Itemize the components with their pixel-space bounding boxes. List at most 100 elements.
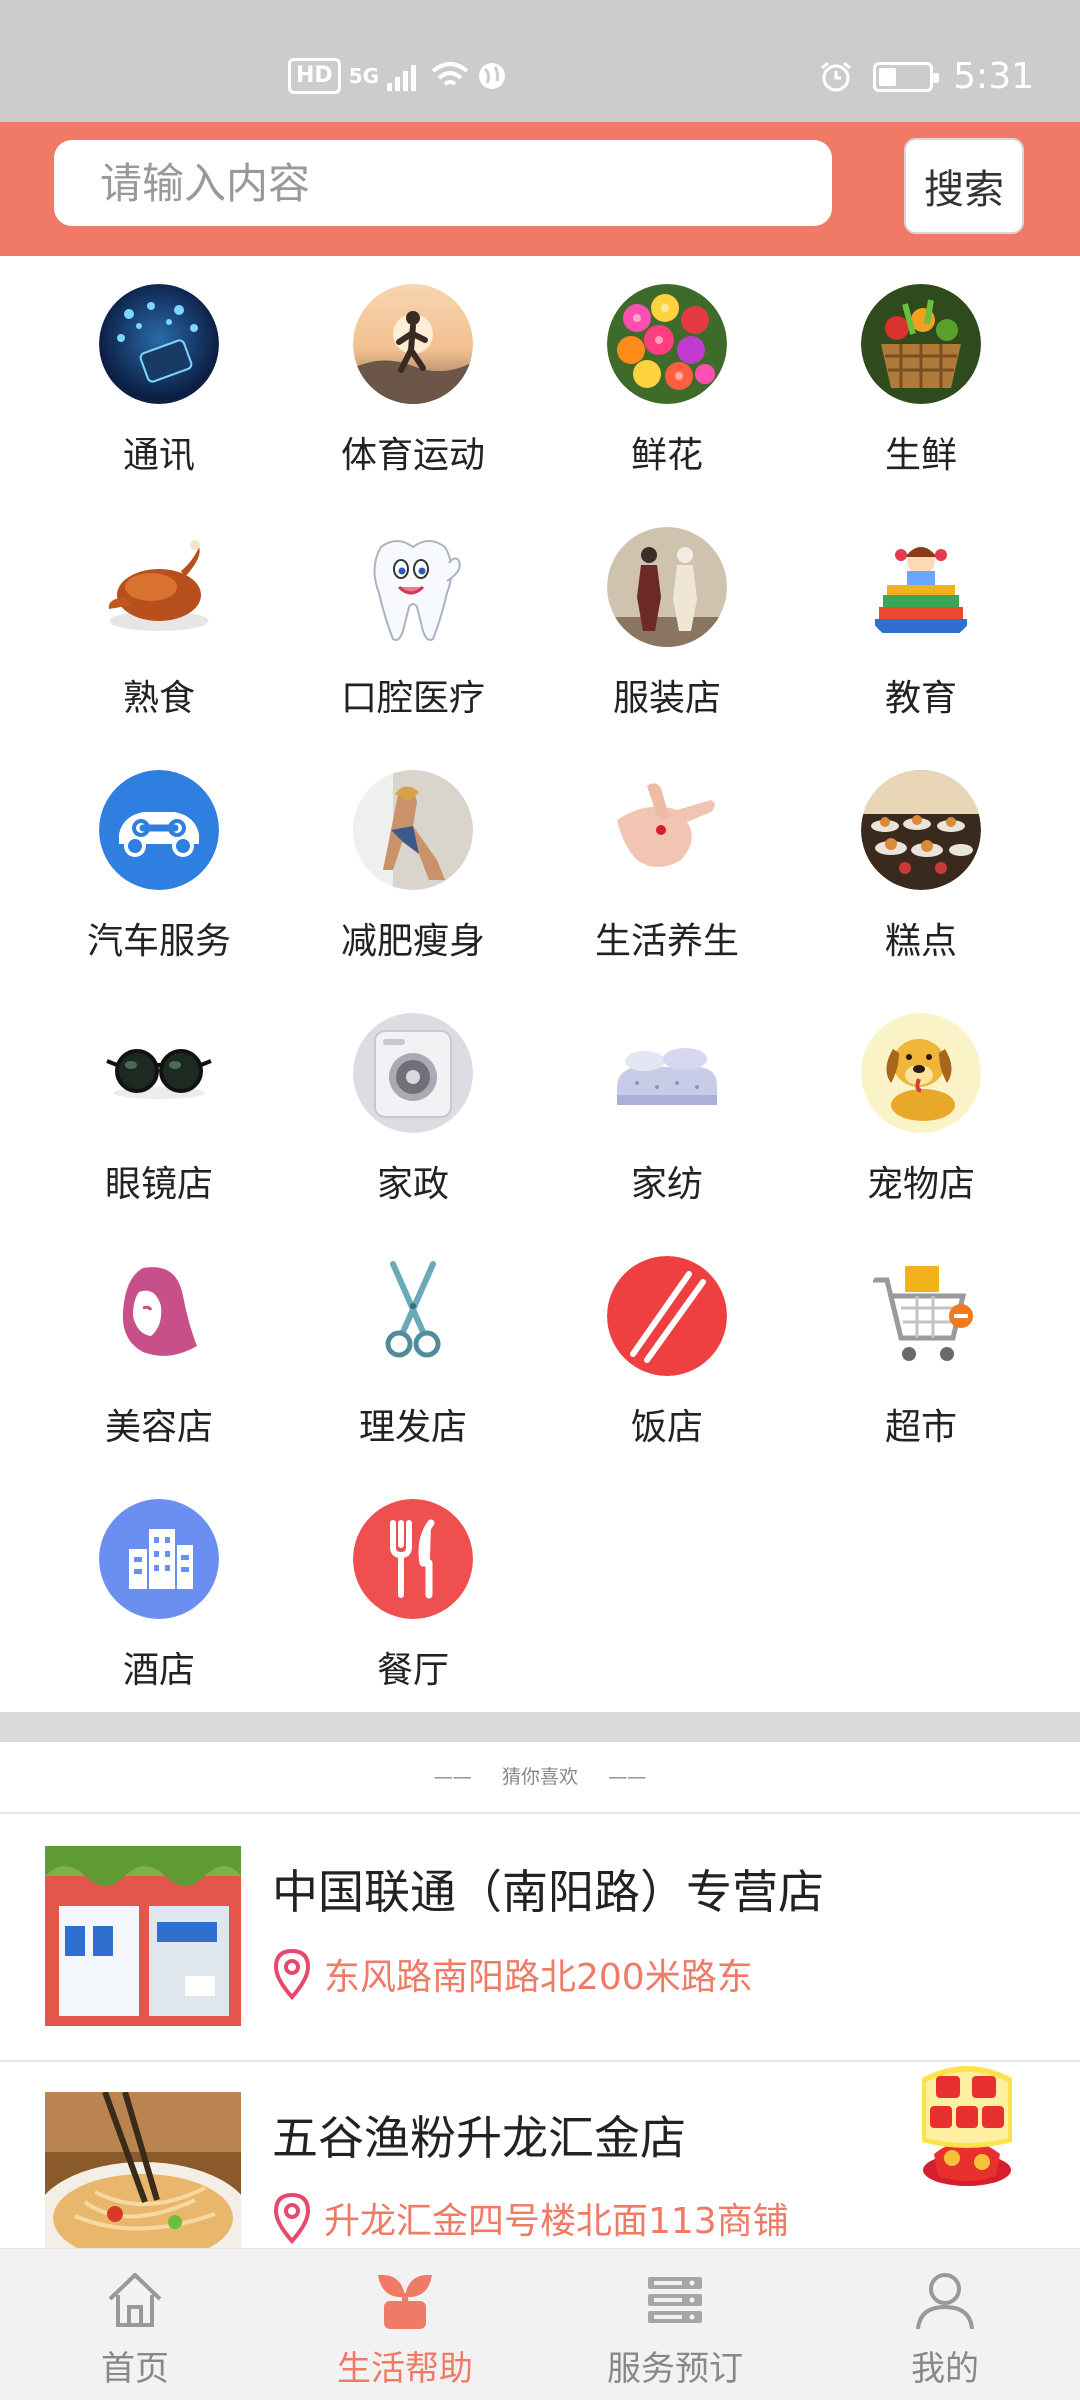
section-separator [0, 1712, 1080, 1742]
shop-thumbnail [45, 1846, 241, 2026]
runner-icon [353, 284, 473, 404]
bottom-tab-bar: 首页 生活帮助 服务预订 我的 [0, 2248, 1080, 2400]
tab-me[interactable]: 我的 [810, 2249, 1080, 2400]
search-bar: 搜索 [0, 122, 1080, 256]
shop-thumbnail [45, 2092, 241, 2272]
category-label: 饭店 [630, 1407, 703, 1448]
washing-machine-icon [353, 1013, 473, 1133]
category-item[interactable]: 饭店 [540, 1228, 794, 1471]
category-label: 酒店 [122, 1650, 195, 1691]
wifi-icon [431, 62, 469, 86]
category-item[interactable]: 通讯 [32, 256, 286, 499]
category-item[interactable]: 理发店 [286, 1228, 540, 1471]
hd-badge: HD [288, 58, 341, 94]
scissors-icon [353, 1256, 473, 1376]
recommend-title: —— 猜你喜欢 —— [0, 1762, 1080, 1789]
chopsticks-icon [607, 1256, 727, 1376]
battery-icon [873, 61, 940, 92]
status-bar: HD 5G 5:31 [0, 0, 1080, 122]
category-item[interactable]: 酒店 [32, 1471, 286, 1714]
category-item[interactable]: 家纺 [540, 985, 794, 1228]
location-pin-icon [273, 1948, 311, 2000]
title-dash-left: —— [433, 1766, 502, 1788]
category-label: 生鲜 [884, 435, 957, 476]
location-pin-icon [273, 2192, 311, 2244]
category-item[interactable]: 超市 [794, 1228, 1048, 1471]
status-right: 5:31 [819, 56, 1034, 97]
beauty-woman-icon [99, 1256, 219, 1376]
category-label: 理发店 [358, 1407, 467, 1448]
divider [0, 1812, 1080, 1814]
category-item[interactable]: 减肥瘦身 [286, 742, 540, 985]
pastry-buffet-icon [861, 770, 981, 890]
category-label: 减肥瘦身 [340, 921, 485, 962]
flowers-icon [607, 284, 727, 404]
category-item[interactable]: 宠物店 [794, 985, 1048, 1228]
category-label: 糕点 [884, 921, 957, 962]
shop-name: 五谷渔粉升龙汇金店 [272, 2111, 686, 2165]
category-label: 生活养生 [594, 921, 739, 962]
server-icon [648, 2277, 702, 2323]
battery-level [879, 67, 897, 86]
shopping-cart-icon [861, 1256, 981, 1376]
sprout-icon [378, 2274, 432, 2329]
category-item[interactable]: 汽车服务 [32, 742, 286, 985]
category-label: 教育 [884, 678, 957, 719]
slim-woman-icon [353, 770, 473, 890]
category-item[interactable]: 生活养生 [540, 742, 794, 985]
category-item[interactable]: 熟食 [32, 499, 286, 742]
category-grid: 通讯 体育运动 鲜花 生鲜 熟食 口腔医疗 服装店 教育 汽车服务 减肥瘦身 生… [0, 256, 1080, 1714]
category-label: 汽车服务 [86, 921, 231, 962]
search-button[interactable]: 搜索 [904, 138, 1024, 234]
category-item[interactable]: 体育运动 [286, 256, 540, 499]
tab-label: 我的 [911, 2349, 979, 2389]
shop-address-text: 升龙汇金四号楼北面113商铺 [324, 2201, 789, 2242]
acupressure-hand-icon [607, 770, 727, 890]
phone-tech-icon [99, 284, 219, 404]
network-indicators: HD 5G [288, 58, 507, 94]
shop-address-text: 东风路南阳路北200米路东 [324, 1957, 753, 1998]
category-item[interactable]: 服装店 [540, 499, 794, 742]
category-item[interactable]: 糕点 [794, 742, 1048, 985]
produce-basket-icon [861, 284, 981, 404]
category-label: 餐厅 [376, 1650, 449, 1691]
category-label: 超市 [884, 1407, 957, 1448]
category-item[interactable]: 生鲜 [794, 256, 1048, 499]
category-label: 服装店 [612, 678, 721, 719]
tab-home[interactable]: 首页 [0, 2249, 270, 2400]
signal-icon [387, 65, 417, 91]
car-wrench-icon [99, 770, 219, 890]
category-item[interactable]: 鲜花 [540, 256, 794, 499]
category-item[interactable]: 美容店 [32, 1228, 286, 1471]
shop-list-item[interactable]: 中国联通（南阳路）专营店 东风路南阳路北200米路东 [0, 1818, 1080, 2062]
category-label: 家政 [376, 1164, 449, 1205]
fork-knife-icon [353, 1499, 473, 1619]
hotel-building-icon [99, 1499, 219, 1619]
network-type: 5G [348, 64, 380, 88]
globe-icon [479, 63, 506, 89]
category-label: 熟食 [122, 678, 195, 719]
tab-label: 首页 [101, 2349, 169, 2389]
category-label: 家纺 [630, 1164, 703, 1205]
recommend-title-text: 猜你喜欢 [501, 1766, 578, 1788]
clock: 5:31 [953, 56, 1034, 97]
shop-address: 升龙汇金四号楼北面113商铺 [272, 2192, 789, 2244]
category-item[interactable]: 教育 [794, 499, 1048, 742]
tab-label: 服务预订 [607, 2349, 743, 2389]
category-item[interactable]: 口腔医疗 [286, 499, 540, 742]
category-label: 通讯 [122, 435, 195, 476]
category-label: 口腔医疗 [340, 678, 485, 719]
search-input[interactable] [54, 140, 832, 226]
tab-service-booking[interactable]: 服务预订 [540, 2249, 810, 2400]
category-item[interactable]: 餐厅 [286, 1471, 540, 1714]
alarm-icon [821, 61, 852, 91]
category-label: 美容店 [104, 1407, 213, 1448]
tab-life-help[interactable]: 生活帮助 [270, 2249, 540, 2400]
red-packet-badge[interactable] [912, 2058, 1022, 2190]
category-label: 眼镜店 [104, 1164, 213, 1205]
category-label: 宠物店 [866, 1164, 975, 1205]
category-item[interactable]: 眼镜店 [32, 985, 286, 1228]
shop-address: 东风路南阳路北200米路东 [272, 1948, 753, 2000]
sunglasses-icon [99, 1013, 219, 1133]
category-item[interactable]: 家政 [286, 985, 540, 1228]
